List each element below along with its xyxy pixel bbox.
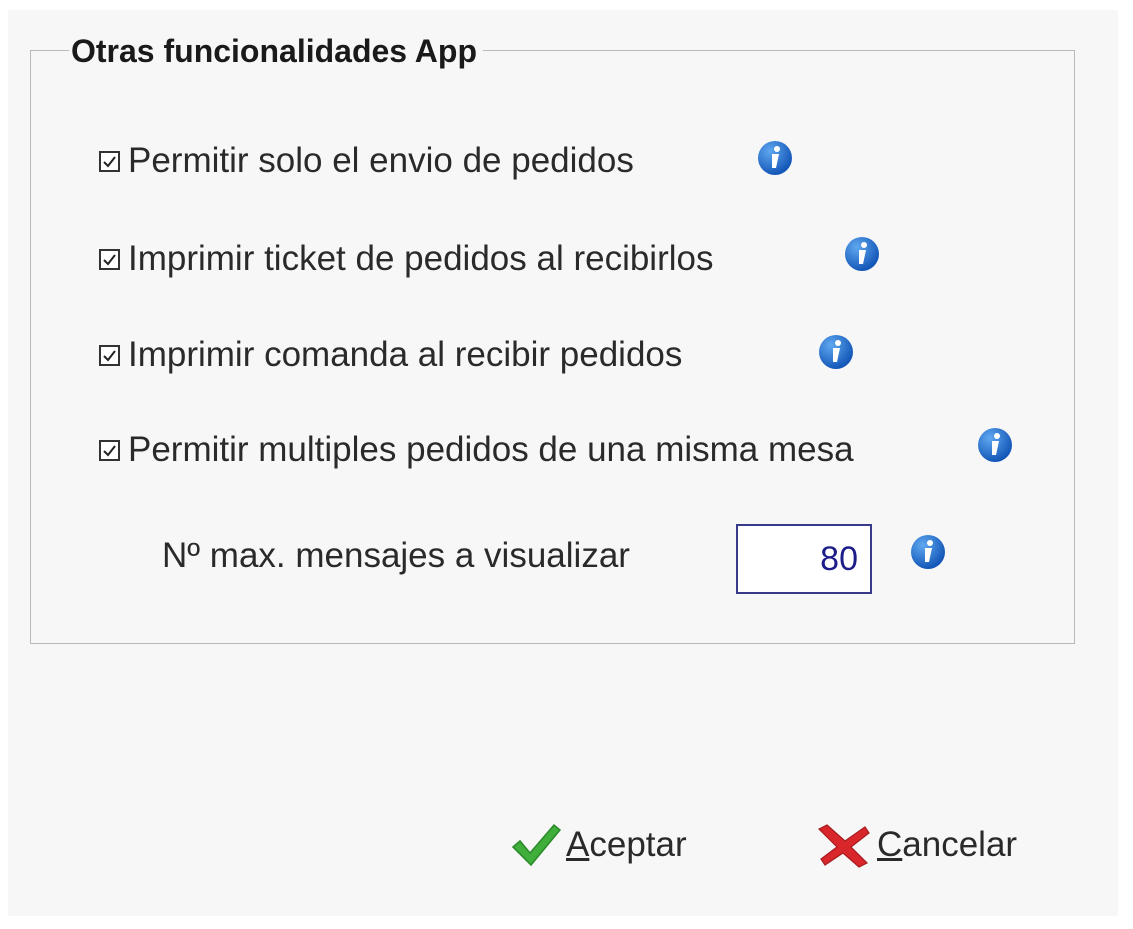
window-edge: [1118, 0, 1133, 929]
group-title: Otras funcionalidades App: [69, 33, 483, 69]
info-icon[interactable]: [843, 235, 881, 273]
option-print-command[interactable]: Imprimir comanda al recibir pedidos: [99, 333, 682, 377]
checkmark-icon: [511, 823, 562, 867]
accept-label: Aceptar: [566, 825, 687, 864]
max-messages-input[interactable]: [736, 524, 872, 594]
cross-icon: [817, 824, 870, 868]
info-icon[interactable]: [817, 333, 855, 371]
cancel-label: Cancelar: [877, 825, 1018, 864]
checkbox-multiple-orders-same-table[interactable]: [99, 439, 120, 461]
cancel-button[interactable]: Cancelar: [815, 815, 1017, 875]
option-print-order-ticket[interactable]: Imprimir ticket de pedidos al recibirlos: [99, 237, 713, 281]
max-messages-label: Nº max. mensajes a visualizar: [162, 536, 630, 575]
option-multiple-orders-same-table[interactable]: Permitir multiples pedidos de una misma …: [99, 428, 854, 472]
info-icon[interactable]: [976, 426, 1014, 464]
option-label: Imprimir comanda al recibir pedidos: [128, 335, 683, 374]
option-label: Imprimir ticket de pedidos al recibirlos: [128, 239, 714, 278]
info-icon[interactable]: [909, 533, 947, 571]
checkbox-print-command[interactable]: [99, 344, 120, 366]
info-icon[interactable]: [756, 139, 794, 177]
option-label: Permitir solo el envio de pedidos: [128, 141, 634, 180]
checkbox-allow-only-orders[interactable]: [99, 150, 120, 172]
accept-button[interactable]: Aceptar: [510, 815, 687, 875]
option-label: Permitir multiples pedidos de una misma …: [128, 430, 854, 469]
option-allow-only-orders[interactable]: Permitir solo el envio de pedidos: [99, 139, 634, 183]
checkbox-print-order-ticket[interactable]: [99, 248, 120, 270]
